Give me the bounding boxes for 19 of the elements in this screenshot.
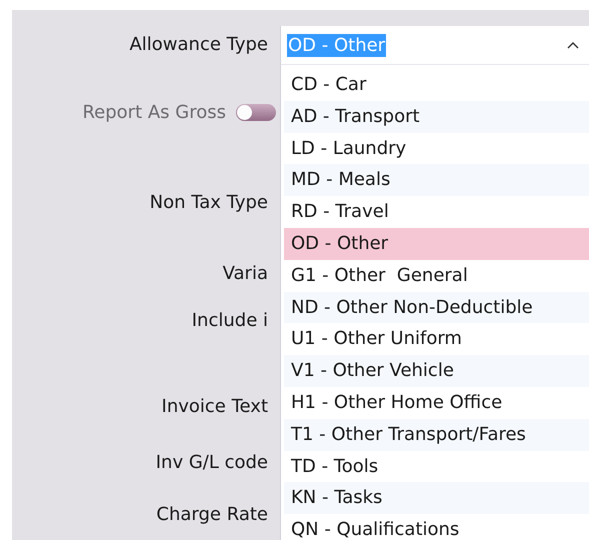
field-label: Non Tax Type	[150, 192, 268, 212]
dropdown-option[interactable]: MD - Meals	[284, 164, 589, 196]
selected-text: OD - Other	[287, 34, 386, 56]
dropdown-option[interactable]: AD - Transport	[284, 100, 589, 133]
dropdown-option[interactable]: OD - Other	[284, 228, 589, 260]
field-label: Invoice Text	[162, 396, 268, 416]
dropdown-option[interactable]: KN - Tasks	[284, 482, 589, 514]
dropdown-option[interactable]: T1 - Other Transport/Fares	[284, 418, 589, 451]
field-label: Report As Gross	[82, 102, 226, 122]
chevron-up-icon[interactable]	[567, 41, 579, 49]
field-label: Include i	[192, 310, 268, 330]
dropdown-option[interactable]: TD - Tools	[284, 450, 589, 482]
field-label: Inv G/L code	[156, 452, 268, 472]
dropdown-option[interactable]: ND - Other Non-Deductible	[284, 292, 589, 324]
field-label: Allowance Type	[129, 34, 268, 54]
dropdown-option[interactable]: V1 - Other Vehicle	[284, 355, 589, 387]
field-label: Varia	[222, 262, 268, 284]
dropdown-option[interactable]: LD - Laundry	[284, 132, 589, 164]
field-label: Charge Rate	[156, 504, 268, 524]
